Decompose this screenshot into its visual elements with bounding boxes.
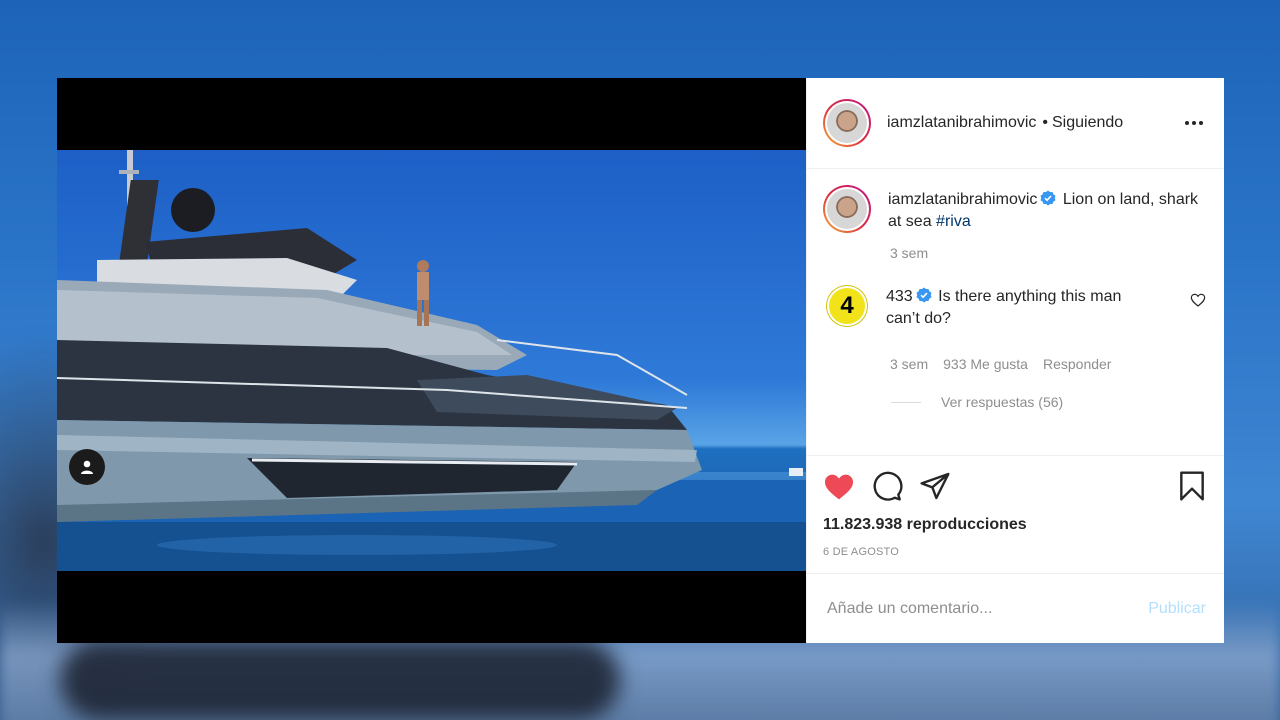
comment-item: 4 433 Is there anything this man can’t d… <box>823 286 1206 330</box>
comment-bubble-icon[interactable] <box>871 470 903 502</box>
caption-time: 3 sem <box>890 245 929 261</box>
comment-likes[interactable]: 933 Me gusta <box>943 356 1028 372</box>
post-actions: 11.823.938 reproducciones 6 DE AGOSTO <box>807 455 1224 573</box>
yacht-scene-image <box>57 150 806 571</box>
more-options-icon[interactable] <box>1182 111 1206 135</box>
verified-badge-icon <box>1040 190 1056 206</box>
commenter-username[interactable]: 433 <box>886 288 913 305</box>
post-sidebar: iamzlatanibrahimovic • Siguiendo iamzlat… <box>806 78 1224 643</box>
share-send-icon[interactable] <box>919 470 951 502</box>
caption-avatar[interactable] <box>823 185 871 233</box>
video-frame[interactable] <box>57 150 806 571</box>
replies-divider <box>891 401 921 403</box>
comment-time: 3 sem <box>890 356 929 372</box>
author-avatar[interactable] <box>823 99 871 147</box>
user-icon <box>81 460 93 474</box>
comments-section: iamzlatanibrahimovic Lion on land, shark… <box>807 169 1224 455</box>
tagged-users-button[interactable] <box>69 449 105 485</box>
view-replies-label[interactable]: Ver respuestas (56) <box>941 394 1063 410</box>
instagram-post-modal: iamzlatanibrahimovic • Siguiendo iamzlat… <box>57 78 1224 643</box>
publish-button[interactable]: Publicar <box>1148 600 1206 618</box>
comment-input[interactable]: Añade un comentario... <box>827 600 992 618</box>
add-comment-form: Añade un comentario... Publicar <box>807 573 1224 643</box>
commenter-avatar[interactable]: 4 <box>827 286 867 326</box>
reply-button[interactable]: Responder <box>1043 356 1112 372</box>
following-button[interactable]: Siguiendo <box>1052 114 1123 132</box>
caption-username[interactable]: iamzlatanibrahimovic <box>888 191 1037 208</box>
comment-like-heart-icon[interactable] <box>1190 292 1206 313</box>
author-username[interactable]: iamzlatanibrahimovic <box>887 114 1036 132</box>
caption-hashtag[interactable]: #riva <box>936 213 971 230</box>
like-heart-icon[interactable] <box>823 471 855 501</box>
separator-dot: • <box>1042 114 1048 131</box>
verified-badge-icon <box>916 287 932 303</box>
video-container[interactable] <box>57 78 806 643</box>
caption: iamzlatanibrahimovic Lion on land, shark… <box>823 185 1206 233</box>
post-header: iamzlatanibrahimovic • Siguiendo <box>807 78 1224 169</box>
bookmark-save-icon[interactable] <box>1178 470 1206 502</box>
view-replies-button[interactable]: Ver respuestas (56) <box>891 394 1206 410</box>
post-date[interactable]: 6 DE AGOSTO <box>823 546 1208 558</box>
comment-meta: 3 sem 933 Me gusta Responder <box>890 356 1206 372</box>
view-count[interactable]: 11.823.938 reproducciones <box>823 516 1208 534</box>
